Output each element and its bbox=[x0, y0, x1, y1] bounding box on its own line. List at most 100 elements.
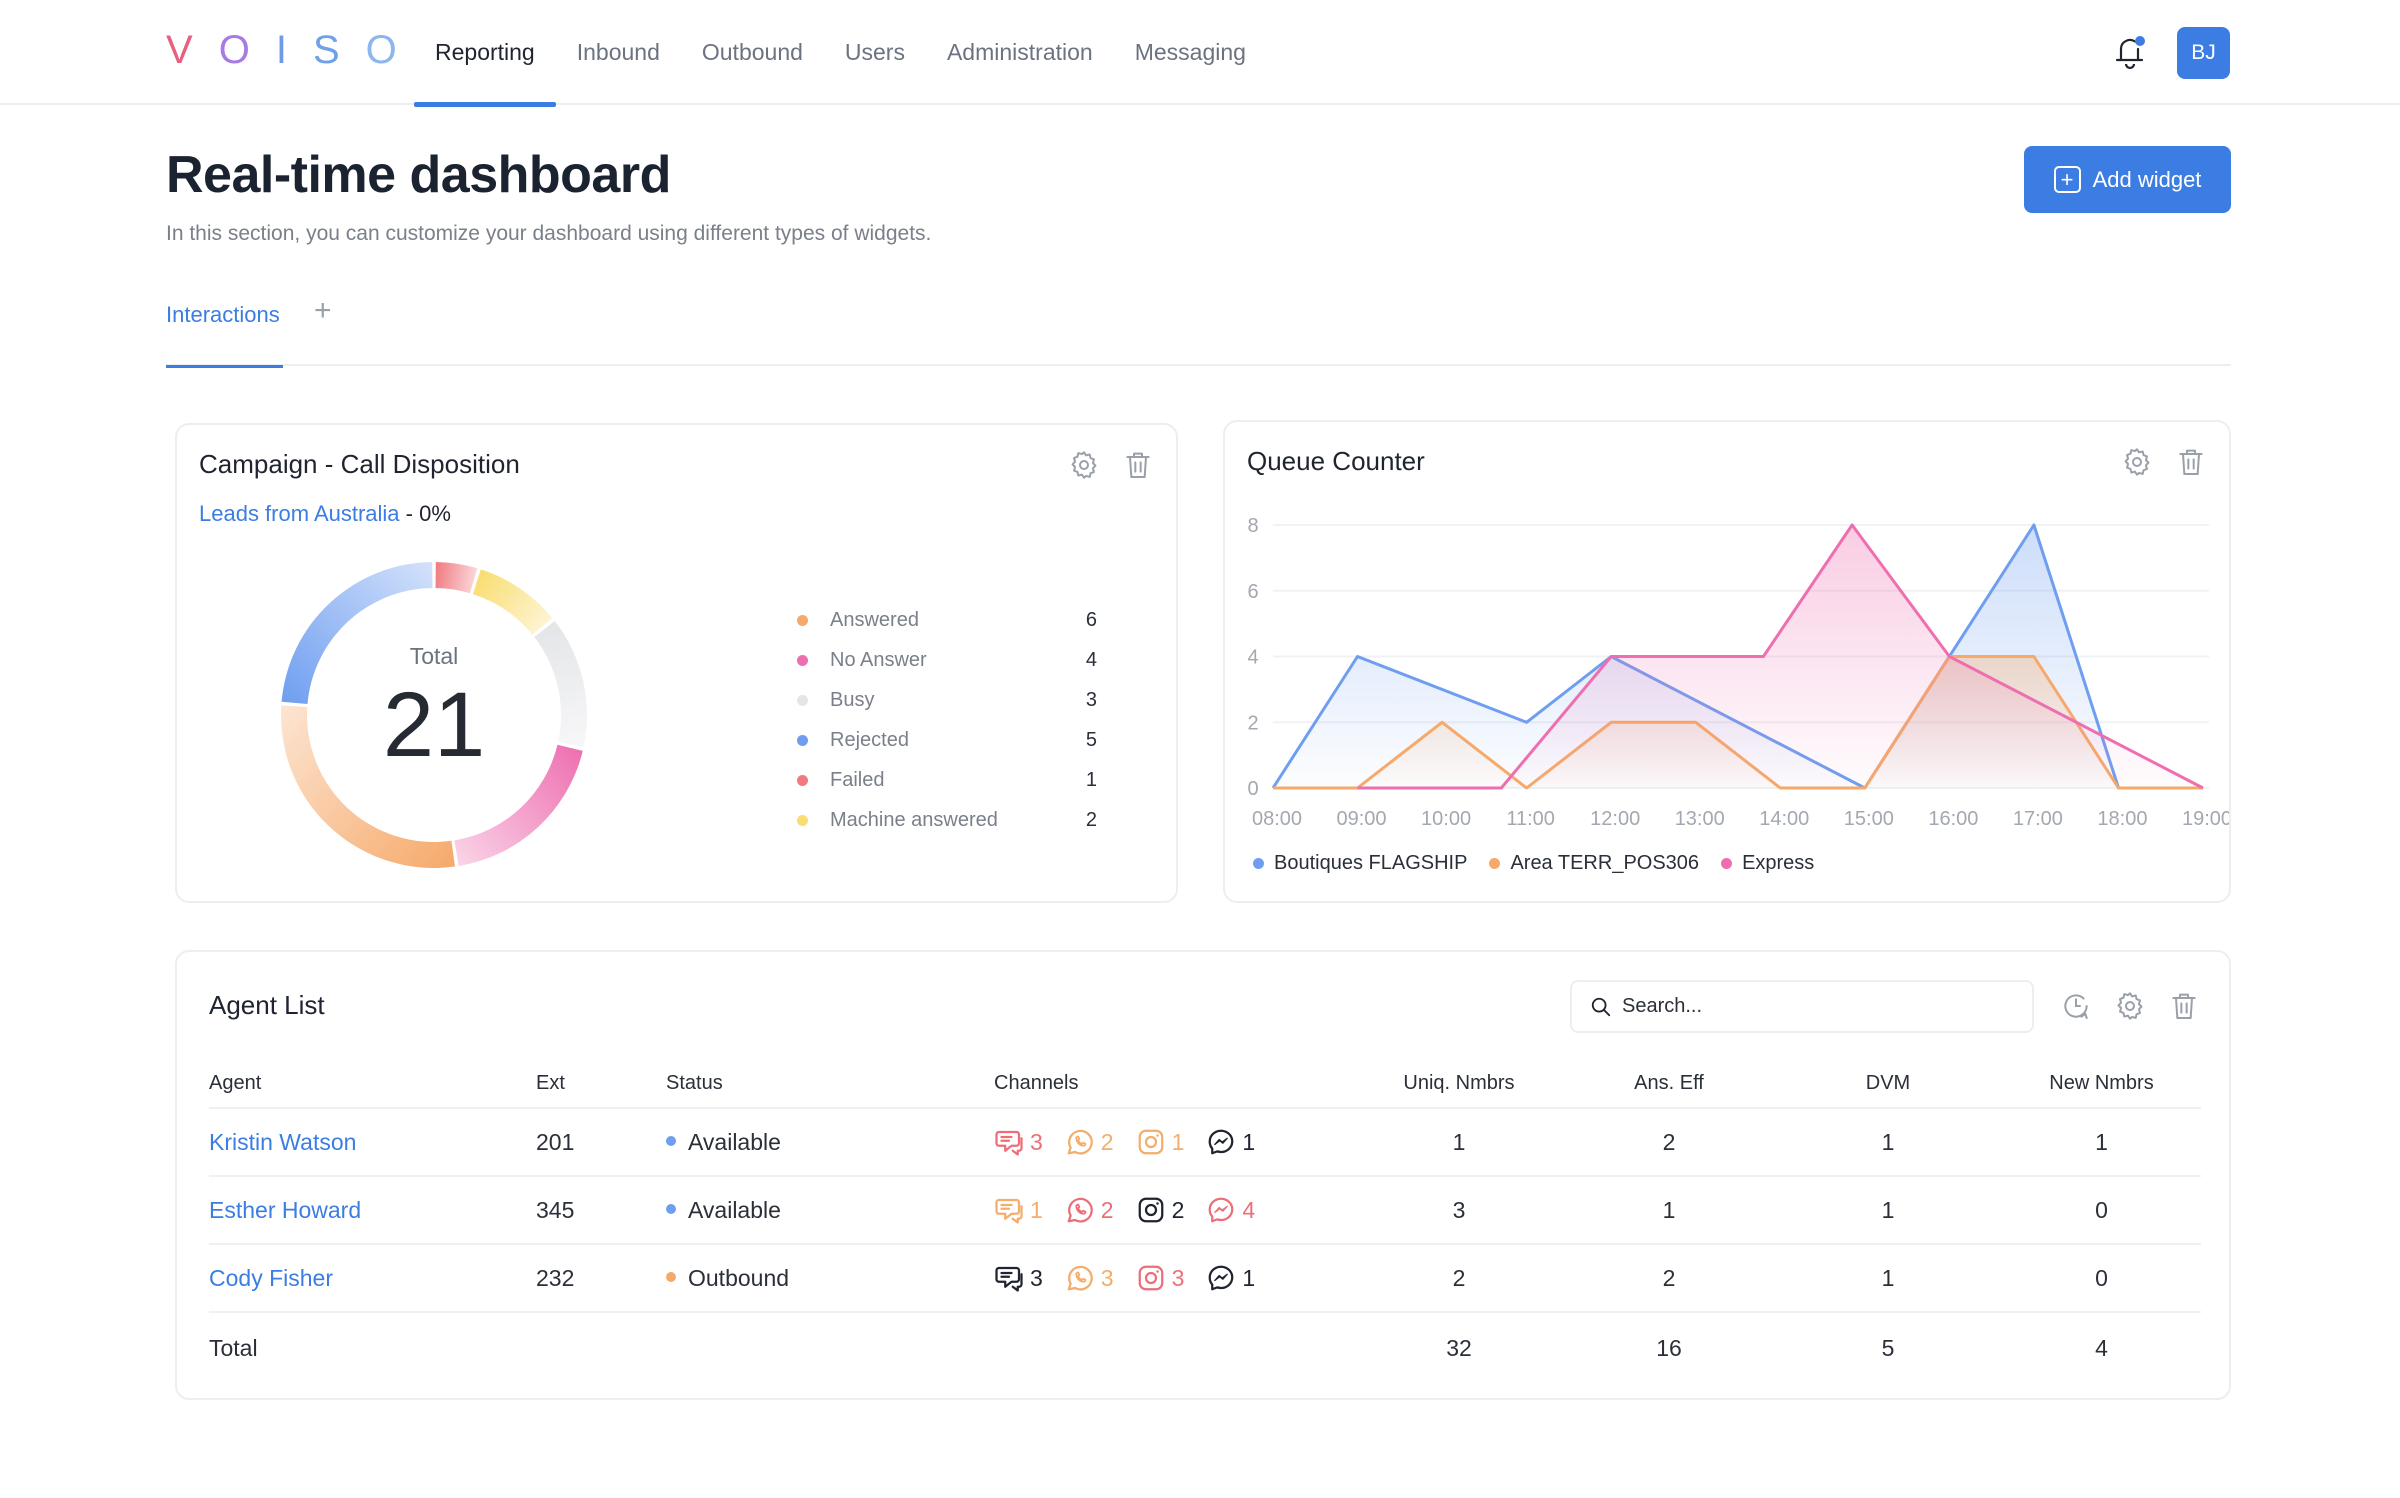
channel-instagram[interactable]: 1 bbox=[1136, 1127, 1185, 1157]
donut-slice-failed[interactable] bbox=[435, 562, 478, 594]
column-header-status[interactable]: Status bbox=[666, 1060, 994, 1109]
x-tick-label: 10:00 bbox=[1421, 808, 1471, 830]
channel-chat[interactable]: 3 bbox=[994, 1127, 1043, 1157]
notifications-button[interactable] bbox=[2112, 32, 2148, 72]
channel-whatsapp[interactable]: 2 bbox=[1065, 1127, 1114, 1157]
widget-delete-button[interactable] bbox=[1122, 449, 1154, 481]
channel-messenger[interactable]: 1 bbox=[1206, 1263, 1255, 1293]
column-header-dvm[interactable]: DVM bbox=[1774, 1060, 2002, 1109]
table-row: Kristin Watson 201 Available 3 2 1 1 1 2 1 1 bbox=[209, 1108, 2201, 1177]
status-cell: Available bbox=[666, 1176, 994, 1245]
agent-name-cell: Esther Howard bbox=[209, 1176, 536, 1245]
chat-icon bbox=[995, 1198, 1023, 1224]
agent-search-input[interactable] bbox=[1622, 995, 2002, 1018]
add-tab-button[interactable]: + bbox=[314, 294, 332, 328]
channel-messenger[interactable]: 1 bbox=[1206, 1127, 1255, 1157]
table-total-row: Total 32 16 5 4 bbox=[209, 1312, 2201, 1384]
channel-list: 3 3 3 1 bbox=[994, 1263, 1354, 1293]
agent-name-link[interactable]: Esther Howard bbox=[209, 1197, 361, 1223]
status-label: Available bbox=[688, 1196, 781, 1223]
whatsapp-icon bbox=[1067, 1129, 1093, 1155]
x-tick-label: 12:00 bbox=[1590, 808, 1640, 830]
legend-color-dot bbox=[797, 694, 808, 706]
trash-icon bbox=[2179, 449, 2203, 475]
trash-icon bbox=[2172, 993, 2196, 1019]
channel-instagram[interactable]: 2 bbox=[1136, 1195, 1185, 1225]
status-label: Outbound bbox=[688, 1264, 790, 1291]
add-widget-label: Add widget bbox=[2092, 166, 2202, 192]
campaign-link[interactable]: Leads from Australia bbox=[199, 501, 400, 526]
legend-item-answered: Answered 6 bbox=[797, 600, 1097, 640]
legend-color-dot bbox=[797, 734, 808, 746]
gear-icon bbox=[2117, 992, 2143, 1020]
legend-item[interactable]: Express bbox=[1721, 852, 1814, 875]
widget-settings-button[interactable] bbox=[1068, 449, 1100, 481]
column-header-ext[interactable]: Ext bbox=[536, 1060, 666, 1109]
messenger-icon bbox=[1209, 1197, 1234, 1223]
history-button[interactable] bbox=[2060, 990, 2092, 1022]
column-header-uniq-numbers[interactable]: Uniq. Nmbrs bbox=[1354, 1060, 1564, 1109]
status-cell: Available bbox=[666, 1108, 994, 1177]
user-avatar[interactable]: BJ bbox=[2177, 27, 2230, 79]
legend-color-dot bbox=[1489, 858, 1501, 869]
agent-list-widget: Agent List Agent Ext Status Channels Uni… bbox=[175, 950, 2231, 1400]
donut-slice-machine-answered[interactable] bbox=[472, 569, 553, 635]
channel-count: 2 bbox=[1100, 1196, 1114, 1223]
agent-name-link[interactable]: Kristin Watson bbox=[209, 1129, 356, 1155]
status-cell: Outbound bbox=[666, 1244, 994, 1313]
channel-chat[interactable]: 3 bbox=[994, 1263, 1043, 1293]
channel-count: 2 bbox=[1171, 1196, 1185, 1223]
dashboard-tabs: Interactions + bbox=[166, 290, 2231, 368]
gear-icon bbox=[1071, 451, 1097, 479]
ans-eff-cell: 1 bbox=[1564, 1176, 1774, 1245]
legend-label: Express bbox=[1742, 852, 1815, 874]
add-widget-button[interactable]: + Add widget bbox=[2024, 146, 2231, 213]
legend-item[interactable]: Area TERR_POS306 bbox=[1489, 852, 1699, 875]
channel-whatsapp[interactable]: 3 bbox=[1065, 1263, 1114, 1293]
nav-item-inbound[interactable]: Inbound bbox=[556, 0, 681, 105]
total-ans-eff: 16 bbox=[1656, 1335, 1682, 1361]
total-uniq-numbers: 32 bbox=[1446, 1335, 1472, 1361]
main-nav: Reporting Inbound Outbound Users Administrat… bbox=[414, 0, 1267, 107]
agent-name-cell: Kristin Watson bbox=[209, 1108, 536, 1177]
channel-chat[interactable]: 1 bbox=[994, 1195, 1043, 1225]
new-numbers-cell: 0 bbox=[2002, 1244, 2201, 1313]
nav-item-reporting[interactable]: Reporting bbox=[414, 0, 556, 107]
campaign-subtitle: Leads from Australia - 0% bbox=[199, 501, 451, 527]
status-dot bbox=[666, 1204, 676, 1215]
nav-item-messaging[interactable]: Messaging bbox=[1114, 0, 1267, 105]
legend-item[interactable]: Boutiques FLAGSHIP bbox=[1253, 852, 1467, 875]
legend-value: 4 bbox=[1085, 648, 1097, 671]
widget-settings-button[interactable] bbox=[2114, 990, 2146, 1022]
bell-icon bbox=[2115, 36, 2145, 70]
channel-count: 1 bbox=[1171, 1128, 1185, 1155]
column-header-new-numbers[interactable]: New Nmbrs bbox=[2002, 1060, 2201, 1109]
legend-item-rejected: Rejected 5 bbox=[797, 720, 1097, 760]
channel-instagram[interactable]: 3 bbox=[1136, 1263, 1184, 1293]
nav-item-outbound[interactable]: Outbound bbox=[681, 0, 824, 105]
status-dot bbox=[666, 1136, 676, 1147]
total-new-numbers: 4 bbox=[2095, 1335, 2108, 1361]
plus-square-icon: + bbox=[2053, 166, 2081, 193]
widget-settings-button[interactable] bbox=[2121, 446, 2153, 478]
widget-delete-button[interactable] bbox=[2168, 990, 2200, 1022]
widget-delete-button[interactable] bbox=[2175, 446, 2207, 478]
legend-value: 2 bbox=[1085, 808, 1097, 831]
voiso-logo[interactable]: VOISO bbox=[166, 28, 401, 78]
channel-messenger[interactable]: 4 bbox=[1206, 1195, 1255, 1225]
tab-interactions[interactable]: Interactions bbox=[166, 302, 283, 368]
column-header-channels[interactable]: Channels bbox=[994, 1060, 1354, 1109]
queue-counter-chart: 0 2 4 6 8 08:00 09:00 10:00 11:00 12:00 13:00 14:00… bbox=[1247, 515, 2229, 830]
nav-item-administration[interactable]: Administration bbox=[926, 0, 1114, 105]
channel-list: 3 2 1 1 bbox=[994, 1127, 1354, 1157]
agent-name-link[interactable]: Cody Fisher bbox=[209, 1265, 333, 1291]
legend-item-no-answer: No Answer 4 bbox=[797, 640, 1097, 680]
channel-whatsapp[interactable]: 2 bbox=[1065, 1195, 1114, 1225]
notification-dot bbox=[2135, 36, 2145, 46]
nav-item-users[interactable]: Users bbox=[824, 0, 926, 105]
column-header-agent[interactable]: Agent bbox=[209, 1060, 536, 1109]
widget-title: Campaign - Call Disposition bbox=[199, 449, 520, 479]
legend-label: Busy bbox=[830, 688, 875, 711]
column-header-ans-eff[interactable]: Ans. Eff bbox=[1564, 1060, 1774, 1109]
legend-item-failed: Failed 1 bbox=[797, 760, 1097, 800]
